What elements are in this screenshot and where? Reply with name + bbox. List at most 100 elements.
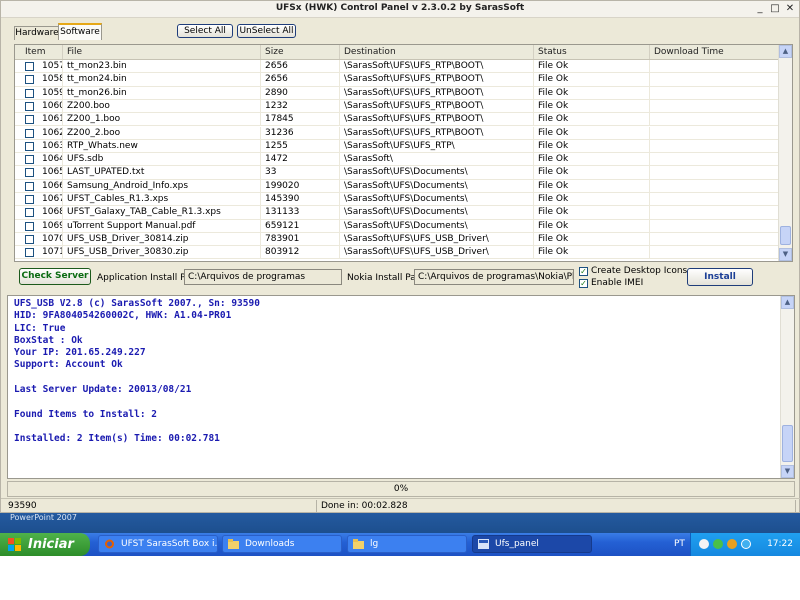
cell-status: File Ok bbox=[534, 246, 650, 260]
start-button[interactable]: Iniciar bbox=[0, 533, 90, 556]
table-row[interactable]: 1062 Z200_2.boo 31236 \SarasSoft\UFS\UFS_RT… bbox=[15, 126, 780, 140]
maximize-button[interactable]: □ bbox=[768, 3, 782, 15]
table-row[interactable]: 1058 tt_mon24.bin 2656 \SarasSoft\UFS\UFS_R… bbox=[15, 73, 780, 87]
log-line: LIC: True bbox=[14, 322, 66, 334]
cell-file: tt_mon23.bin bbox=[63, 60, 261, 73]
scroll-thumb[interactable] bbox=[780, 226, 791, 245]
log-console[interactable]: UFS_USB V2.8 (c) SarasSoft 2007., Sn: 93… bbox=[7, 295, 795, 479]
column-header-status[interactable]: Status bbox=[534, 45, 650, 59]
select-all-button[interactable]: Select All bbox=[177, 24, 233, 38]
cell-item: 1066 bbox=[15, 179, 63, 193]
cell-size: 1255 bbox=[261, 139, 340, 153]
cell-item: 1061 bbox=[15, 113, 63, 127]
grid-header: Item File Size Destination Status Downlo… bbox=[15, 45, 780, 60]
system-tray: 17:22 bbox=[690, 533, 800, 556]
cell-status: File Ok bbox=[534, 219, 650, 233]
install-button[interactable]: Install bbox=[687, 268, 753, 286]
enable-imei-checkbox[interactable]: ✓ bbox=[579, 279, 588, 288]
tray-chevron-icon[interactable] bbox=[699, 539, 709, 549]
table-row[interactable]: 1057 tt_mon23.bin 2656 \SarasSoft\UFS\UFS_R… bbox=[15, 60, 780, 74]
cell-dest: \SarasSoft\UFS\Documents\ bbox=[340, 193, 534, 206]
cell-time bbox=[650, 86, 780, 100]
unselect-all-button[interactable]: UnSelect All bbox=[237, 24, 296, 38]
cell-file: Samsung_Android_Info.xps bbox=[63, 179, 261, 193]
cell-size: 1232 bbox=[261, 99, 340, 113]
clock[interactable]: 17:22 bbox=[767, 533, 793, 556]
cell-size: 199020 bbox=[261, 179, 340, 193]
nokia-install-path-field[interactable]: C:\Arquivos de programas\Nokia\Phoeni bbox=[414, 269, 574, 285]
cell-size: 145390 bbox=[261, 193, 340, 206]
tab-hardware[interactable]: Hardware bbox=[14, 26, 60, 40]
cell-size: 33 bbox=[261, 166, 340, 180]
column-header-file[interactable]: File bbox=[63, 45, 261, 59]
cell-file: tt_mon26.bin bbox=[63, 86, 261, 100]
scroll-down-icon[interactable]: ▼ bbox=[779, 248, 792, 261]
cell-file: LAST_UPATED.txt bbox=[63, 166, 261, 180]
table-row[interactable]: 1068 UFST_Galaxy_TAB_Cable_R1.3.xps 131133… bbox=[15, 206, 780, 220]
cell-dest: \SarasSoft\ bbox=[340, 153, 534, 167]
table-row[interactable]: 1067 UFST_Cables_R1.3.xps 145390 \SarasSoft… bbox=[15, 193, 780, 207]
cell-dest: \SarasSoft\UFS\Documents\ bbox=[340, 166, 534, 180]
log-scroll-thumb[interactable] bbox=[782, 425, 793, 462]
log-text: UFS_USB V2.8 (c) SarasSoft 2007., Sn: 93… bbox=[14, 298, 260, 446]
cell-time bbox=[650, 99, 780, 113]
cell-dest: \SarasSoft\UFS\UFS_USB_Driver\ bbox=[340, 246, 534, 260]
table-row[interactable]: 1071 UFS_USB_Driver_30830.zip 803912 \Saras… bbox=[15, 246, 780, 260]
cell-status: File Ok bbox=[534, 179, 650, 193]
column-header-item[interactable]: Item bbox=[15, 45, 63, 59]
cell-time bbox=[650, 73, 780, 87]
tray-network-icon[interactable] bbox=[727, 539, 737, 549]
cell-file: UFS_USB_Driver_30830.zip bbox=[63, 246, 261, 260]
cell-dest: \SarasSoft\UFS\UFS_RTP\BOOT\ bbox=[340, 99, 534, 113]
cell-item: 1067 bbox=[15, 193, 63, 206]
scroll-up-icon[interactable]: ▲ bbox=[779, 45, 792, 58]
table-row[interactable]: 1064 UFS.sdb 1472 \SarasSoft\ File Ok bbox=[15, 153, 780, 167]
table-row[interactable]: 1059 tt_mon26.bin 2890 \SarasSoft\UFS\UFS_R… bbox=[15, 86, 780, 100]
cell-status: File Ok bbox=[534, 126, 650, 140]
grid-scrollbar[interactable]: ▲ ▼ bbox=[778, 45, 792, 261]
language-indicator[interactable]: PT bbox=[674, 533, 685, 556]
task-label: UFST SarasSoft Box i... bbox=[121, 539, 218, 549]
table-row[interactable]: 1070 UFS_USB_Driver_30814.zip 783901 \Saras… bbox=[15, 232, 780, 247]
minimize-button[interactable]: _ bbox=[753, 3, 767, 15]
log-line: Found Items to Install: 2 bbox=[14, 408, 157, 420]
table-row[interactable]: 1065 LAST_UPATED.txt 33 \SarasSoft\UFS\Docu… bbox=[15, 166, 780, 180]
cell-file: UFST_Cables_R1.3.xps bbox=[63, 193, 261, 206]
table-row[interactable]: 1063 RTP_Whats.new 1255 \SarasSoft\UFS\UFS_… bbox=[15, 139, 780, 154]
status-bar: 93590 Done in: 00:02.828 bbox=[1, 498, 800, 513]
cell-item: 1062 bbox=[15, 126, 63, 140]
tray-speaker-icon[interactable] bbox=[741, 539, 751, 549]
column-header-size[interactable]: Size bbox=[261, 45, 340, 59]
cell-dest: \SarasSoft\UFS\UFS_RTP\BOOT\ bbox=[340, 113, 534, 127]
title-bar[interactable]: UFSx (HWK) Control Panel v 2.3.0.2 by Sa… bbox=[1, 1, 799, 18]
task-label: lg bbox=[370, 539, 379, 549]
task-label[interactable]: Ufs_panel bbox=[495, 539, 539, 549]
app-install-path-field[interactable]: C:\Arquivos de programas bbox=[184, 269, 342, 285]
task-label: Downloads bbox=[245, 539, 295, 549]
task-lg[interactable]: lg bbox=[347, 535, 467, 553]
cell-dest: \SarasSoft\UFS\Documents\ bbox=[340, 206, 534, 220]
table-row[interactable]: 1069 uTorrent Support Manual.pdf 659121 \Sa… bbox=[15, 219, 780, 233]
cell-size: 2656 bbox=[261, 73, 340, 87]
table-row[interactable]: 1066 Samsung_Android_Info.xps 199020 \Saras… bbox=[15, 179, 780, 193]
close-button[interactable]: ✕ bbox=[783, 3, 797, 15]
cell-file: UFS.sdb bbox=[63, 153, 261, 167]
cell-dest: \SarasSoft\UFS\UFS_RTP\BOOT\ bbox=[340, 86, 534, 100]
file-grid[interactable]: Item File Size Destination Status Downlo… bbox=[14, 44, 793, 262]
check-server-button[interactable]: Check Server bbox=[19, 268, 91, 285]
tab-software[interactable]: Software bbox=[58, 23, 102, 40]
log-scrollbar[interactable]: ▲ ▼ bbox=[780, 296, 794, 478]
create-desktop-icons-checkbox[interactable]: ✓ bbox=[579, 267, 588, 276]
task-firefox[interactable]: UFST SarasSoft Box i... bbox=[98, 535, 218, 553]
column-header-destination[interactable]: Destination bbox=[340, 45, 534, 59]
task-downloads[interactable]: Downloads bbox=[222, 535, 342, 553]
table-row[interactable]: 1060 Z200.boo 1232 \SarasSoft\UFS\UFS_RTP\B… bbox=[15, 99, 780, 114]
tray-play-icon[interactable] bbox=[713, 539, 723, 549]
column-header-download-time[interactable]: Download Time bbox=[650, 45, 780, 59]
cell-item: 1069 bbox=[15, 219, 63, 233]
log-scroll-down-icon[interactable]: ▼ bbox=[781, 465, 794, 478]
task-ufs-panel[interactable]: Ufs_panel bbox=[472, 535, 592, 553]
table-row[interactable]: 1061 Z200_1.boo 17845 \SarasSoft\UFS\UFS_RT… bbox=[15, 113, 780, 127]
log-scroll-up-icon[interactable]: ▲ bbox=[781, 296, 794, 309]
